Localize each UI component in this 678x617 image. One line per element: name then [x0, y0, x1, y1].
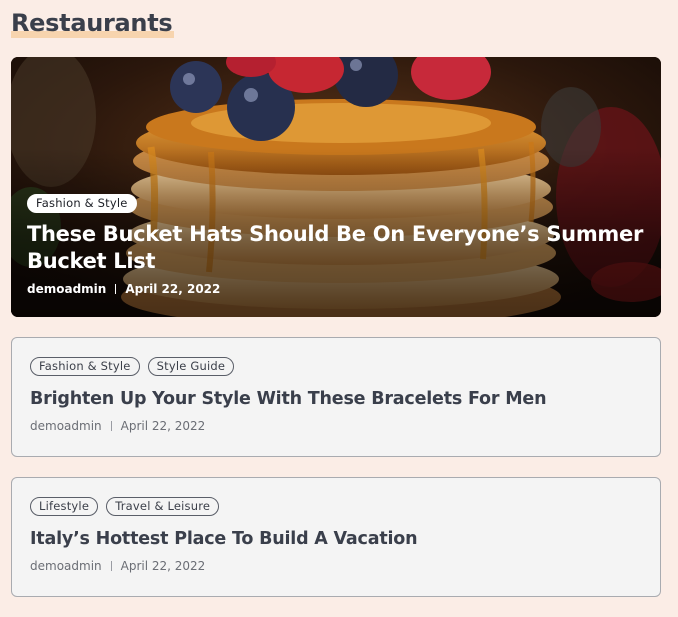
meta-divider: [110, 561, 112, 571]
post-date: April 22, 2022: [120, 559, 206, 573]
section-title: Restaurants: [11, 8, 175, 38]
post-author[interactable]: demoadmin: [30, 559, 102, 573]
post-author[interactable]: demoadmin: [30, 419, 102, 433]
featured-post-card[interactable]: Fashion & Style These Bucket Hats Should…: [11, 57, 661, 317]
tag-chip[interactable]: Fashion & Style: [27, 194, 137, 213]
post-card[interactable]: Fashion & Style Style Guide Brighten Up …: [11, 337, 661, 457]
featured-post-title[interactable]: These Bucket Hats Should Be On Everyone’…: [27, 221, 645, 275]
tag-chip[interactable]: Style Guide: [147, 357, 235, 376]
post-meta: demoadmin April 22, 2022: [30, 419, 642, 433]
meta-divider: [115, 284, 117, 294]
post-title[interactable]: Brighten Up Your Style With These Bracel…: [30, 388, 642, 410]
post-date: April 22, 2022: [120, 419, 206, 433]
post-meta: demoadmin April 22, 2022: [30, 559, 642, 573]
post-title[interactable]: Italy’s Hottest Place To Build A Vacatio…: [30, 528, 642, 550]
post-author[interactable]: demoadmin: [27, 282, 106, 296]
post-date: April 22, 2022: [125, 282, 221, 296]
post-card[interactable]: Lifestyle Travel & Leisure Italy’s Hotte…: [11, 477, 661, 597]
tag-chip[interactable]: Fashion & Style: [30, 357, 140, 376]
post-meta: demoadmin April 22, 2022: [27, 282, 645, 296]
tag-chip[interactable]: Lifestyle: [30, 497, 99, 516]
meta-divider: [110, 421, 112, 431]
tag-chip[interactable]: Travel & Leisure: [106, 497, 220, 516]
